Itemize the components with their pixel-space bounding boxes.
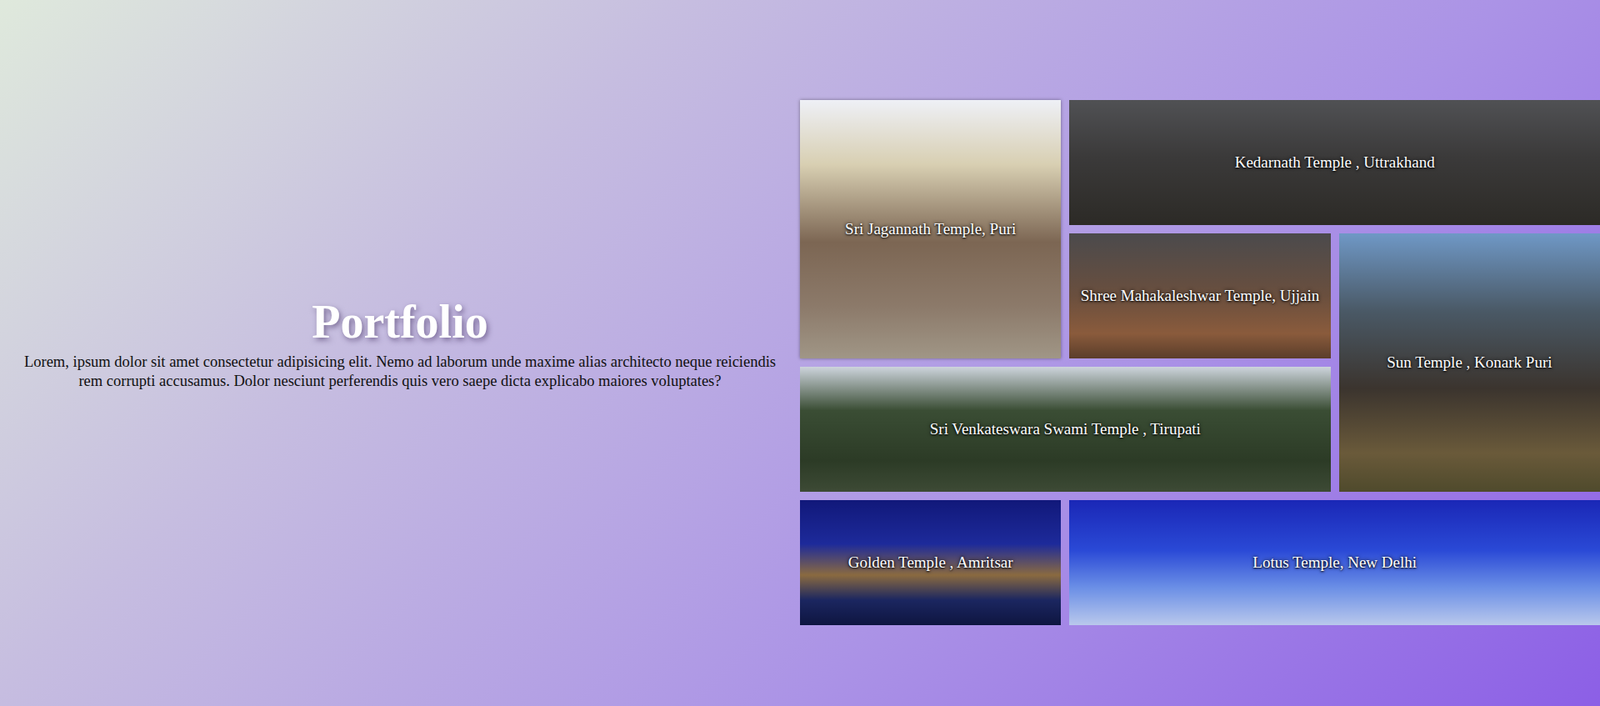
- gallery-tile[interactable]: Lotus Temple, New Delhi: [1069, 500, 1600, 625]
- gallery-tile[interactable]: Golden Temple , Amritsar: [800, 500, 1061, 625]
- page-title: Portfolio: [311, 296, 488, 349]
- tile-label: Lotus Temple, New Delhi: [1252, 553, 1417, 572]
- intro-section: PortfolioLorem, ipsum dolor sit amet con…: [0, 0, 800, 706]
- tile-label: Kedarnath Temple , Uttrakhand: [1235, 153, 1435, 172]
- gallery-tile[interactable]: Sri Jagannath Temple, Puri: [800, 100, 1061, 359]
- tile-label: Sun Temple , Konark Puri: [1386, 353, 1552, 372]
- tile-label: Shree Mahakaleshwar Temple, Ujjain: [1080, 286, 1320, 305]
- gallery-tile[interactable]: Kedarnath Temple , Uttrakhand: [1069, 100, 1600, 225]
- tile-label: Sri Venkateswara Swami Temple , Tirupati: [930, 420, 1201, 439]
- gallery-tile[interactable]: Sun Temple , Konark Puri: [1339, 233, 1600, 492]
- intro-text: Lorem, ipsum dolor sit amet consectetur …: [12, 352, 788, 391]
- gallery-grid: Sri Jagannath Temple, Puri Kedarnath Temp…: [800, 100, 1600, 625]
- tile-label: Golden Temple , Amritsar: [848, 553, 1014, 572]
- tile-label: Sri Jagannath Temple, Puri: [845, 220, 1016, 239]
- gallery-section: Sri Jagannath Temple, Puri Kedarnath Temp…: [800, 0, 1600, 706]
- gallery-tile[interactable]: Shree Mahakaleshwar Temple, Ujjain: [1069, 233, 1330, 359]
- gallery-tile[interactable]: Sri Venkateswara Swami Temple , Tirupati: [800, 366, 1331, 492]
